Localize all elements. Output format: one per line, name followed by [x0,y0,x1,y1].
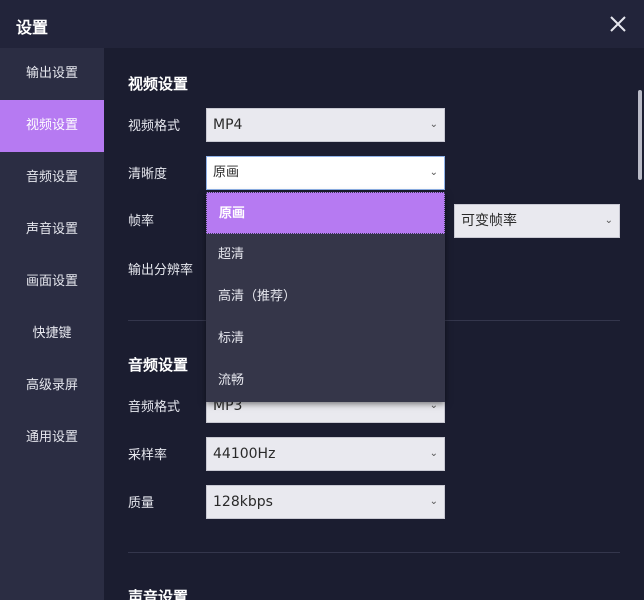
title-bar: 设置 [0,0,644,48]
sidebar-item-video[interactable]: 视频设置 [0,100,104,152]
video-format-select[interactable]: MP4 ⌄ [206,108,445,142]
framerate-mode-value: 可变帧率 [461,213,517,229]
quality-value: 原画 [213,165,240,180]
chevron-down-icon: ⌄ [429,119,438,130]
sidebar-item-audio[interactable]: 音频设置 [0,152,104,204]
sidebar-item-output[interactable]: 输出设置 [0,48,104,100]
sound-section-title: 声音设置 [128,588,189,600]
quality-select[interactable]: 原画 ⌄ [206,156,445,190]
framerate-label: 帧率 [128,214,155,229]
quality-option-sd[interactable]: 标清 [206,318,445,360]
chevron-down-icon: ⌄ [604,215,613,226]
sidebar-item-advanced-recording[interactable]: 高级录屏 [0,360,104,412]
quality-option-ultra[interactable]: 超清 [206,234,445,276]
output-resolution-label: 输出分辨率 [128,263,194,278]
sidebar-item-picture[interactable]: 画面设置 [0,256,104,308]
sidebar: 输出设置 视频设置 音频设置 声音设置 画面设置 快捷键 高级录屏 通用设置 [0,48,104,600]
sidebar-item-general[interactable]: 通用设置 [0,412,104,464]
video-format-value: MP4 [213,117,243,133]
quality-dropdown-menu: 原画 超清 高清（推荐） 标清 流畅 [206,192,445,402]
quality-option-hd-recommended[interactable]: 高清（推荐） [206,276,445,318]
quality-option-smooth[interactable]: 流畅 [206,360,445,402]
sidebar-item-hotkeys[interactable]: 快捷键 [0,308,104,360]
sidebar-item-sound[interactable]: 声音设置 [0,204,104,256]
video-format-label: 视频格式 [128,119,181,134]
chevron-down-icon: ⌄ [429,496,438,507]
divider [128,552,620,553]
audio-quality-value: 128kbps [213,494,273,510]
chevron-down-icon: ⌄ [429,167,438,178]
audio-quality-select[interactable]: 128kbps ⌄ [206,485,445,519]
window-title: 设置 [16,18,49,37]
close-icon[interactable] [606,12,630,36]
quality-option-original[interactable]: 原画 [206,192,445,234]
audio-quality-label: 质量 [128,496,155,511]
chevron-down-icon: ⌄ [429,448,438,459]
audio-format-label: 音频格式 [128,400,181,415]
samplerate-value: 44100Hz [213,446,276,462]
framerate-mode-select[interactable]: 可变帧率 ⌄ [454,204,620,238]
scrollbar[interactable] [638,90,642,180]
audio-section-title: 音频设置 [128,356,189,374]
video-section-title: 视频设置 [128,75,189,93]
samplerate-label: 采样率 [128,448,168,463]
quality-label: 清晰度 [128,167,168,182]
samplerate-select[interactable]: 44100Hz ⌄ [206,437,445,471]
